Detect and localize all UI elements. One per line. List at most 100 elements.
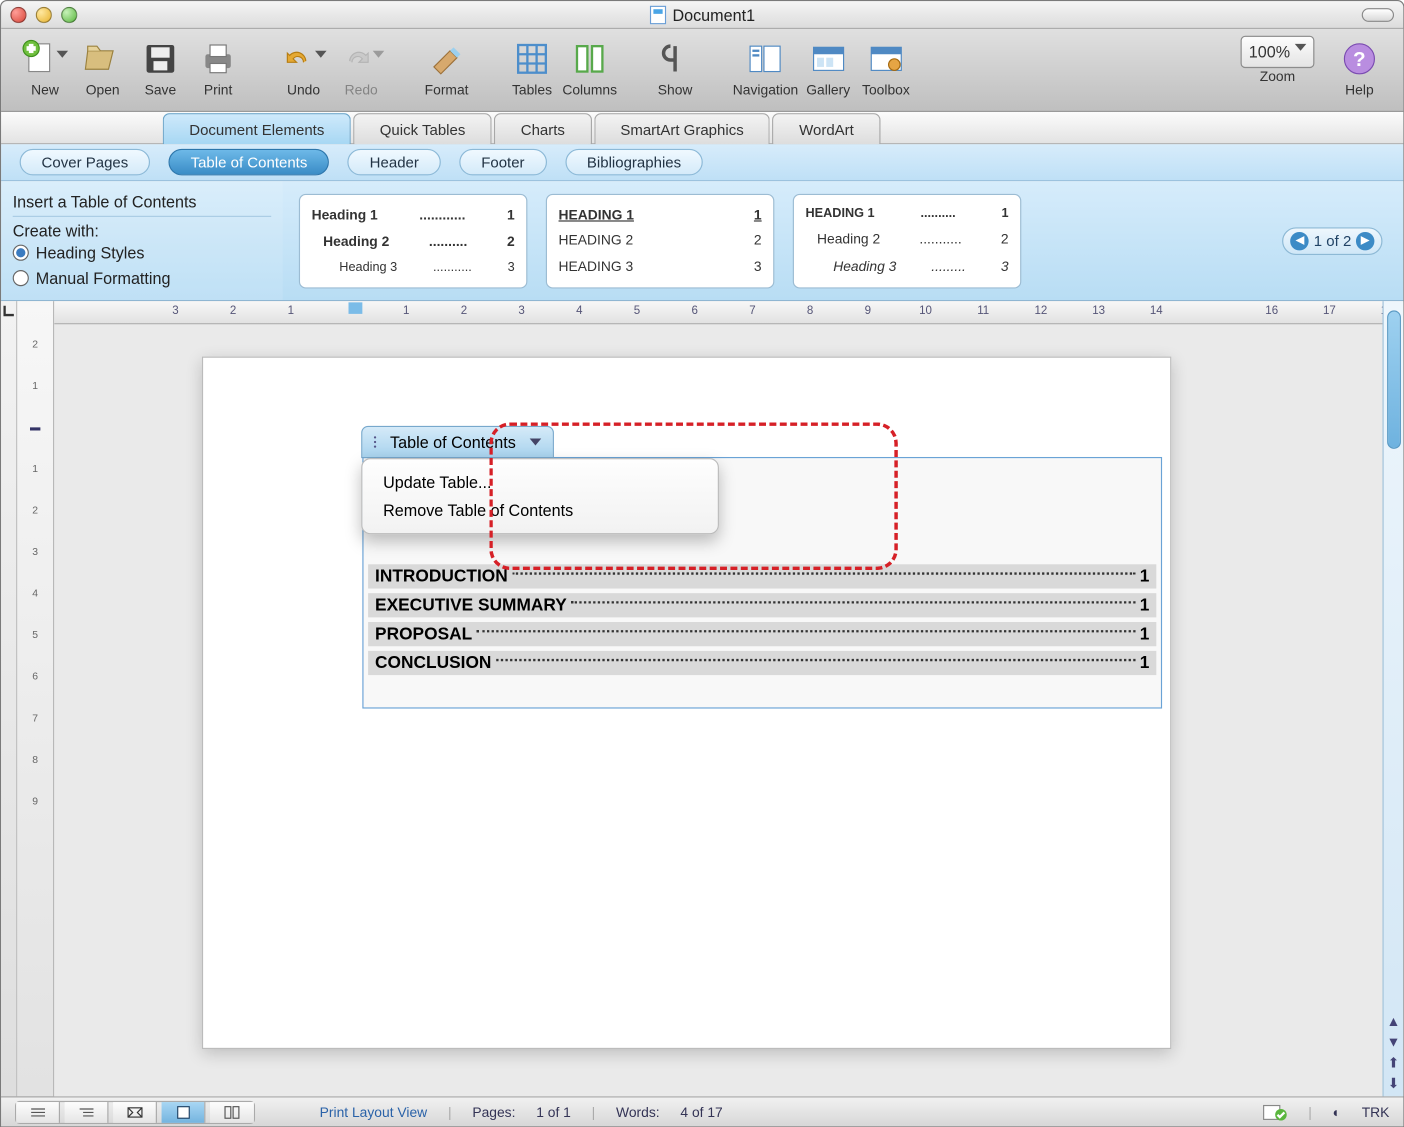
zoom-control[interactable]: 100% Zoom — [1226, 36, 1330, 84]
toc-entry[interactable]: PROPOSAL1 — [368, 622, 1156, 646]
grip-icon — [374, 436, 381, 448]
undo-button[interactable]: Undo — [276, 36, 331, 98]
chevron-down-icon — [1295, 44, 1307, 51]
pill-table-of-contents[interactable]: Table of Contents — [169, 149, 330, 176]
toc-thumb-3[interactable]: HEADING 1..........1 Heading 2..........… — [793, 193, 1021, 288]
scrollbar-thumb[interactable] — [1387, 310, 1401, 448]
tab-smartart[interactable]: SmartArt Graphics — [594, 113, 770, 144]
help-label: Help — [1345, 82, 1373, 98]
radio-manual-formatting-label: Manual Formatting — [36, 269, 171, 287]
tables-button[interactable]: Tables — [504, 36, 559, 98]
new-button[interactable]: New — [17, 36, 72, 98]
ribbon-tabs: Document Elements Quick Tables Charts Sm… — [1, 112, 1403, 144]
vertical-scrollbar[interactable]: ▲ ▼ ⬆ ⬇ — [1382, 301, 1403, 1096]
create-with-label: Create with: — [13, 217, 271, 240]
page-canvas[interactable]: 3211234567891011121314161718 Table of Co… — [54, 301, 1382, 1096]
tables-label: Tables — [512, 82, 552, 98]
side-options: Insert a Table of Contents Create with: … — [1, 181, 283, 300]
radio-heading-styles[interactable]: Heading Styles — [13, 240, 271, 265]
view-print-layout-button[interactable] — [162, 1101, 206, 1122]
tab-charts[interactable]: Charts — [494, 113, 591, 144]
zoom-window-icon[interactable] — [61, 6, 77, 22]
print-button[interactable]: Print — [190, 36, 245, 98]
insert-toc-header: Insert a Table of Contents — [13, 188, 271, 217]
view-outline-button[interactable] — [65, 1101, 109, 1122]
tab-quick-tables[interactable]: Quick Tables — [353, 113, 492, 144]
toc-field[interactable]: Table of Contents Update Table... Remove… — [362, 457, 1162, 709]
navigation-label: Navigation — [733, 82, 798, 98]
trk-label[interactable]: TRK — [1362, 1104, 1390, 1120]
undo-label: Undo — [287, 82, 320, 98]
prev-page-icon[interactable]: ⬆ — [1384, 1055, 1404, 1071]
toolbox-label: Toolbox — [862, 82, 910, 98]
navigation-button[interactable]: Navigation — [733, 36, 798, 98]
gallery-button[interactable]: Gallery — [801, 36, 856, 98]
toc-thumb-1[interactable]: Heading 1............1 Heading 2........… — [299, 193, 527, 288]
window-title: Document1 — [649, 5, 755, 23]
radio-icon — [13, 245, 29, 261]
pill-footer[interactable]: Footer — [459, 149, 546, 176]
toc-dropdown-menu: Update Table... Remove Table of Contents — [361, 458, 719, 534]
menu-remove-toc[interactable]: Remove Table of Contents — [362, 496, 717, 524]
spell-check-icon[interactable] — [1262, 1103, 1287, 1121]
pager-label: 1 of 2 — [1314, 232, 1352, 249]
toc-entry[interactable]: EXECUTIVE SUMMARY1 — [368, 593, 1156, 617]
menu-update-table[interactable]: Update Table... — [362, 469, 717, 497]
app-window: Document1 New Open Save Print Undo Redo — [0, 0, 1404, 1127]
zoom-value: 100% — [1249, 43, 1290, 61]
columns-label: Columns — [562, 82, 617, 98]
scroll-down-icon[interactable]: ▼ — [1384, 1034, 1404, 1050]
toc-entry[interactable]: CONCLUSION1 — [368, 651, 1156, 675]
show-label: Show — [658, 82, 693, 98]
view-notebook-button[interactable] — [210, 1101, 254, 1122]
tab-stop-icon — [2, 304, 16, 318]
toolbar-toggle-lozenge[interactable] — [1362, 8, 1394, 22]
minimize-window-icon[interactable] — [36, 6, 52, 22]
view-draft-button[interactable] — [16, 1101, 60, 1122]
show-button[interactable]: Show — [647, 36, 702, 98]
radio-manual-formatting[interactable]: Manual Formatting — [13, 265, 271, 290]
pill-bibliographies[interactable]: Bibliographies — [565, 149, 703, 176]
tab-wordart[interactable]: WordArt — [773, 113, 881, 144]
window-traffic-lights — [10, 6, 77, 22]
redo-label: Redo — [345, 82, 378, 98]
pill-header[interactable]: Header — [348, 149, 441, 176]
pager-prev-icon[interactable]: ◀ — [1291, 231, 1309, 249]
columns-button[interactable]: Columns — [562, 36, 617, 98]
toc-style-thumbnails: Heading 1............1 Heading 2........… — [283, 181, 1404, 300]
save-button[interactable]: Save — [133, 36, 188, 98]
chevron-down-icon[interactable] — [530, 439, 542, 446]
gallery-label: Gallery — [806, 82, 850, 98]
tab-selector[interactable] — [1, 301, 17, 1096]
pager-next-icon[interactable]: ▶ — [1356, 231, 1374, 249]
statusbar: Print Layout View | Pages: 1 of 1 | Word… — [1, 1096, 1403, 1126]
tab-document-elements[interactable]: Document Elements — [163, 113, 351, 144]
new-label: New — [31, 82, 59, 98]
scroll-up-icon[interactable]: ▲ — [1384, 1013, 1404, 1029]
format-button[interactable]: Format — [419, 36, 474, 98]
toc-field-tab[interactable]: Table of Contents — [361, 426, 554, 458]
view-mode-buttons — [15, 1100, 255, 1123]
thumbnail-pager[interactable]: ◀ 1 of 2 ▶ — [1283, 227, 1383, 255]
toc-entry[interactable]: INTRODUCTION1 — [368, 564, 1156, 588]
elements-row: Insert a Table of Contents Create with: … — [1, 181, 1403, 301]
radio-heading-styles-label: Heading Styles — [36, 243, 145, 261]
document-icon — [649, 5, 665, 23]
words-label: Words: — [616, 1104, 660, 1120]
open-button[interactable]: Open — [75, 36, 130, 98]
toolbox-button[interactable]: Toolbox — [858, 36, 913, 98]
next-page-icon[interactable]: ⬇ — [1384, 1076, 1404, 1092]
view-mode-label: Print Layout View — [320, 1104, 428, 1120]
toc-tab-label: Table of Contents — [390, 433, 516, 451]
track-changes-icon[interactable]: ◐ — [1333, 1104, 1341, 1120]
save-label: Save — [145, 82, 177, 98]
page[interactable]: Table of Contents Update Table... Remove… — [202, 357, 1171, 1049]
redo-button[interactable]: Redo — [334, 36, 389, 98]
toc-thumb-2[interactable]: HEADING 11 HEADING 22 HEADING 33 — [546, 193, 774, 288]
view-publishing-button[interactable] — [113, 1101, 157, 1122]
help-button[interactable]: ? Help — [1332, 36, 1387, 98]
close-window-icon[interactable] — [10, 6, 26, 22]
window-title-text: Document1 — [672, 5, 755, 23]
sub-ribbon: Cover Pages Table of Contents Header Foo… — [1, 144, 1403, 181]
pill-cover-pages[interactable]: Cover Pages — [20, 149, 151, 176]
